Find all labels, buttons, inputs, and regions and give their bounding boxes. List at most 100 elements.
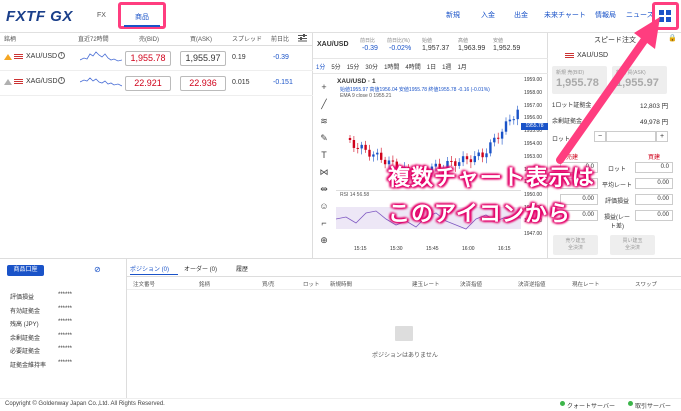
divider bbox=[313, 58, 548, 59]
candle bbox=[508, 119, 512, 122]
positions-col: 新規時間 bbox=[330, 282, 353, 288]
close-sell-all-button[interactable]: 売り建玉 全決済 bbox=[553, 235, 598, 255]
positions-col: 銘柄 bbox=[199, 282, 211, 288]
tab-fx[interactable]: FX bbox=[97, 12, 106, 19]
candle bbox=[352, 140, 356, 148]
account-label: 評価損益 bbox=[10, 295, 35, 301]
text-icon[interactable]: T bbox=[318, 147, 330, 164]
candle bbox=[383, 159, 387, 165]
tab-underline bbox=[130, 274, 178, 275]
status-dot bbox=[628, 401, 633, 406]
account-value: ****** bbox=[58, 292, 73, 298]
candle bbox=[360, 144, 363, 149]
timeframe-1[interactable]: 5分 bbox=[331, 65, 340, 71]
stat-value: -0.02% bbox=[389, 45, 412, 52]
speed-buy-value: 0.00 bbox=[635, 210, 673, 221]
tab-orders[interactable]: オーダー (0) bbox=[184, 264, 217, 273]
col-spread: スプレッド bbox=[232, 37, 263, 43]
silver-icon bbox=[4, 79, 12, 85]
account-label: 残高 (JPY) bbox=[10, 322, 39, 328]
sparkline-72h bbox=[80, 77, 122, 87]
stat-label: 前日比(%) bbox=[387, 38, 410, 44]
positions-col: 建玉レート bbox=[412, 282, 440, 288]
brush-icon[interactable]: ✎ bbox=[318, 130, 330, 147]
candle bbox=[368, 149, 371, 157]
account-label: 必要証拠金 bbox=[10, 349, 41, 355]
time-tick: 15:45 bbox=[426, 246, 439, 252]
fib-icon[interactable]: ≋ bbox=[318, 113, 330, 130]
candle bbox=[516, 109, 519, 120]
stat-label: 高値 bbox=[458, 38, 469, 44]
candle bbox=[376, 152, 379, 155]
candle bbox=[356, 147, 359, 149]
account-value: ****** bbox=[58, 346, 73, 352]
chart-symbol-select[interactable]: XAU/USD bbox=[317, 41, 349, 48]
tab-positions[interactable]: ポジション (0) bbox=[130, 264, 169, 273]
measure-icon[interactable]: ⌐ bbox=[318, 215, 330, 232]
close-buy-all-button[interactable]: 買い建玉 全決済 bbox=[610, 235, 655, 255]
col-72h: 直近72時間 bbox=[78, 37, 109, 43]
annotation-line1: 複数チャート表示は bbox=[388, 165, 595, 190]
divider bbox=[126, 258, 127, 398]
emoji-icon[interactable]: ☺ bbox=[318, 198, 330, 215]
sparkline-72h bbox=[80, 51, 122, 62]
account-label: 余剰証拠金 bbox=[10, 335, 41, 342]
candle bbox=[348, 138, 352, 140]
change-value: -0.151 bbox=[273, 79, 293, 86]
spread-value: 0.015 bbox=[232, 79, 250, 86]
col-bid: 売(BID) bbox=[139, 37, 159, 43]
time-tick: 15:30 bbox=[390, 246, 403, 252]
lock-icon[interactable]: 🔒 bbox=[668, 34, 677, 42]
account-button[interactable]: 商品口座 bbox=[7, 265, 44, 276]
logo: FXTF GX bbox=[6, 8, 73, 25]
speed-row-label: 損益(レート差) bbox=[604, 215, 630, 230]
timeframe-7[interactable]: 1週 bbox=[442, 65, 451, 71]
positions-col: 注文番号 bbox=[133, 282, 156, 288]
timeframe-0[interactable]: 1分 bbox=[316, 65, 325, 71]
nav-withdraw[interactable]: 出金 bbox=[514, 10, 528, 20]
rsi-label: RSI 14 56.58 bbox=[340, 192, 370, 198]
timeframe-6[interactable]: 1日 bbox=[427, 65, 436, 71]
nav-new-order[interactable]: 新規 bbox=[446, 10, 460, 20]
col-symbol: 銘柄 bbox=[4, 37, 17, 43]
candle bbox=[465, 156, 469, 160]
candle bbox=[504, 121, 508, 132]
trend-line-icon[interactable]: ╱ bbox=[318, 96, 330, 113]
tab-history[interactable]: 履歴 bbox=[236, 264, 248, 273]
info-icon[interactable]: i bbox=[58, 77, 65, 84]
us-flag-icon bbox=[14, 79, 23, 85]
quote-server-status: クォートサーバー bbox=[567, 404, 615, 410]
spread-value: 0.19 bbox=[232, 54, 246, 61]
symbol-name: XAG/USD bbox=[26, 78, 58, 85]
timeframe-2[interactable]: 15分 bbox=[347, 65, 360, 71]
timeframe-4[interactable]: 1時間 bbox=[384, 65, 399, 71]
crosshair-icon[interactable]: + bbox=[318, 79, 330, 96]
bid-price[interactable]: 1,955.78 bbox=[125, 51, 171, 66]
zoom-icon[interactable]: ⊕ bbox=[318, 232, 330, 249]
candle bbox=[364, 144, 367, 150]
timeframe-3[interactable]: 30分 bbox=[365, 65, 378, 71]
time-axis: 15:15 15:30 15:45 16:00 16:15 bbox=[336, 246, 521, 254]
empty-message: ポジションはありません bbox=[372, 353, 438, 359]
bottom-panel bbox=[0, 258, 681, 398]
ruler-icon[interactable]: ⇹ bbox=[318, 181, 330, 198]
timeframe-8[interactable]: 1月 bbox=[457, 65, 466, 71]
account-value: ****** bbox=[58, 319, 73, 325]
eye-off-icon[interactable]: ⊘ bbox=[94, 265, 101, 274]
tab-shohin[interactable]: 商品 bbox=[121, 12, 163, 22]
time-tick: 15:15 bbox=[354, 246, 367, 252]
timeframe-5[interactable]: 4時間 bbox=[405, 65, 420, 71]
nav-deposit[interactable]: 入金 bbox=[481, 10, 495, 20]
bid-price[interactable]: 22.921 bbox=[125, 76, 171, 91]
positions-col: ロット bbox=[303, 282, 320, 288]
account-value: ****** bbox=[58, 305, 73, 312]
positions-col: 買/売 bbox=[262, 282, 275, 288]
settings-sliders-icon[interactable] bbox=[298, 34, 307, 42]
time-tick: 16:15 bbox=[498, 246, 511, 252]
ask-price[interactable]: 22.936 bbox=[180, 76, 226, 91]
col-ask: 買(ASK) bbox=[190, 37, 213, 43]
ask-price[interactable]: 1,955.97 bbox=[180, 51, 226, 66]
info-icon[interactable]: i bbox=[58, 52, 65, 59]
pattern-icon[interactable]: ⋈ bbox=[318, 164, 330, 181]
stat-value: 1,957.37 bbox=[422, 45, 450, 52]
